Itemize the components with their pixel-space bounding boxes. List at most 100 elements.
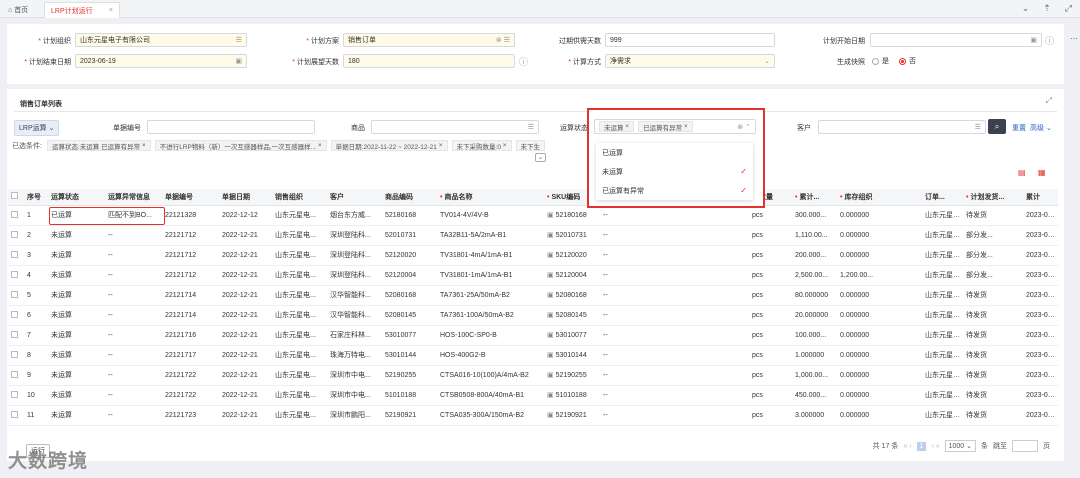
row-checkbox[interactable] bbox=[8, 405, 24, 426]
col-header[interactable]: 客户 bbox=[327, 189, 382, 206]
table-cell: 0.000000 bbox=[837, 305, 922, 326]
status-tag[interactable]: 未运算 × bbox=[599, 121, 635, 132]
filter-chip[interactable]: 未下生 bbox=[515, 140, 546, 151]
select-all-checkbox[interactable] bbox=[8, 189, 24, 206]
table-cell: 2022-12-21 bbox=[219, 325, 272, 346]
customer-input[interactable]: ☰ bbox=[818, 120, 986, 134]
tab-lrp[interactable]: LRP计划运行 × bbox=[44, 2, 120, 18]
print-icon[interactable]: ▦ bbox=[1038, 168, 1046, 177]
dropdown-option[interactable]: 未运算 ✓ bbox=[596, 162, 753, 181]
plan-start-input[interactable]: ▣ bbox=[870, 33, 1042, 47]
chevron-down-icon[interactable]: ⌄ bbox=[1022, 3, 1030, 14]
plan-end-input[interactable]: 2023-06-19 ▣ bbox=[75, 54, 247, 68]
col-header[interactable]: 运算状态 bbox=[48, 189, 105, 206]
tab-home[interactable]: ⌂ 首页 bbox=[2, 2, 34, 18]
table-cell: -- bbox=[600, 345, 711, 366]
radio-no[interactable] bbox=[898, 57, 906, 65]
help-icon[interactable]: ⓘ bbox=[1045, 34, 1054, 47]
expand-icon[interactable]: ⤢ bbox=[1046, 96, 1052, 106]
filter-chip[interactable]: 运算状态:未运算 已运算有异常 × bbox=[46, 140, 151, 151]
table-row[interactable]: 2 未运算 -- 22121712 2022-12-21 山东元星电... 深圳登陆科...… bbox=[8, 225, 1058, 246]
table-row[interactable]: 8 未运算 -- 22121717 2022-12-21 山东元星电... 珠海万特电...… bbox=[8, 345, 1058, 366]
col-header[interactable]: 单据日期 bbox=[219, 189, 272, 206]
lrp-tab-select[interactable]: LRP运算 ⌄ bbox=[14, 120, 60, 136]
table-cell: 深圳登陆科... bbox=[327, 265, 382, 286]
export-icon[interactable]: ▤ bbox=[1018, 168, 1026, 177]
status-tag[interactable]: 已运算有异常 × bbox=[638, 121, 693, 132]
table-row[interactable]: 9 未运算 -- 22121722 2022-12-21 山东元星电... 深圳市中电...… bbox=[8, 365, 1058, 386]
clear-list-icon: ⊗ ☰ bbox=[495, 37, 510, 44]
overdue-days-input[interactable]: 999 bbox=[605, 33, 775, 47]
plan-scheme-input[interactable]: 销售订单 ⊗ ☰ bbox=[343, 33, 515, 47]
row-checkbox[interactable] bbox=[8, 365, 24, 386]
table-cell: 0.000000 bbox=[837, 225, 922, 246]
col-header[interactable]: 订单... bbox=[922, 189, 963, 206]
filter-chip[interactable]: 不进行LRP物料（新）一次互感器样品,一次互感器样... × bbox=[154, 140, 327, 151]
col-header[interactable]: • 计划发货... bbox=[963, 189, 1023, 206]
table-row[interactable]: 10 未运算 -- 22121722 2022-12-21 山东元星电... 深圳市中电..… bbox=[8, 385, 1058, 406]
filter-chip[interactable]: 单据日期:2022-11-22 ~ 2022-12-21 × bbox=[330, 140, 448, 151]
radio-yes[interactable] bbox=[872, 57, 879, 65]
page-size-select[interactable]: 1000 ⌄ bbox=[944, 440, 976, 452]
table-cell: 52190921 bbox=[382, 405, 437, 426]
table-cell: 2022-12-21 bbox=[219, 405, 272, 426]
row-checkbox[interactable] bbox=[8, 245, 24, 266]
col-header[interactable]: 累计 bbox=[1023, 189, 1058, 206]
col-header[interactable]: • 商品名称 bbox=[437, 189, 544, 206]
row-checkbox[interactable] bbox=[8, 385, 24, 406]
collapse-icon[interactable]: ⌄ bbox=[535, 153, 546, 162]
row-checkbox[interactable] bbox=[8, 205, 24, 226]
order-no-input[interactable] bbox=[147, 120, 315, 134]
table-row[interactable]: 1 已运算 匹配不到BO... 22121328 2022-12-12 山东元星电... 烟… bbox=[8, 205, 1058, 226]
col-header[interactable]: 序号 bbox=[24, 189, 48, 206]
table-cell: 20.000000 bbox=[792, 305, 837, 326]
table-cell: 1,110.00... bbox=[792, 225, 837, 246]
table-cell: 石家庄科林... bbox=[327, 325, 382, 346]
status-select[interactable]: 未运算 × 已运算有异常 × ⊗ ⌃ bbox=[594, 119, 756, 134]
advanced-link[interactable]: 高级 ⌄ bbox=[1030, 123, 1052, 133]
table-cell bbox=[711, 365, 749, 386]
table-cell: 0.000000 bbox=[837, 405, 922, 426]
prev-icon[interactable]: « ‹ bbox=[903, 443, 911, 450]
calc-mode-select[interactable]: 净需求 ⌄ bbox=[605, 54, 775, 68]
close-icon[interactable]: × bbox=[109, 7, 113, 14]
table-cell: 山东元星电子有限公... bbox=[922, 245, 963, 266]
reset-link[interactable]: 重置 bbox=[1012, 123, 1026, 133]
fullscreen-icon[interactable]: ⤢ bbox=[1065, 3, 1072, 14]
jump-input[interactable] bbox=[1012, 440, 1038, 452]
col-header[interactable]: • 累计... bbox=[792, 189, 837, 206]
table-row[interactable]: 5 未运算 -- 22121714 2022-12-21 山东元星电... 汉华智能科...… bbox=[8, 285, 1058, 306]
help-icon[interactable]: ⓘ bbox=[519, 55, 528, 68]
row-checkbox[interactable] bbox=[8, 305, 24, 326]
col-header[interactable]: • 库存组织 bbox=[837, 189, 922, 206]
table-cell: CTSA016-10(100)A/4mA-B2 bbox=[437, 365, 544, 386]
filter-chip[interactable]: 未下采购数量:0 × bbox=[451, 140, 512, 151]
plan-org-input[interactable]: 山东元星电子有限公司 ☰ bbox=[75, 33, 247, 47]
pin-icon[interactable]: ⇡ bbox=[1043, 3, 1051, 14]
row-checkbox[interactable] bbox=[8, 345, 24, 366]
row-checkbox[interactable] bbox=[8, 325, 24, 346]
next-icon[interactable]: › » bbox=[931, 443, 939, 450]
col-header[interactable]: 销售组织 bbox=[272, 189, 327, 206]
col-header[interactable]: 商品编码 bbox=[382, 189, 437, 206]
table-row[interactable]: 4 未运算 -- 22121712 2022-12-21 山东元星电... 深圳登陆科...… bbox=[8, 265, 1058, 286]
table-cell bbox=[711, 325, 749, 346]
row-checkbox[interactable] bbox=[8, 225, 24, 246]
table-row[interactable]: 7 未运算 -- 22121716 2022-12-21 山东元星电... 石家庄科林...… bbox=[8, 325, 1058, 346]
table-cell: 8 bbox=[24, 345, 48, 366]
product-input[interactable]: ☰ bbox=[371, 120, 539, 134]
row-checkbox[interactable] bbox=[8, 285, 24, 306]
plan-lead-input[interactable]: 180 bbox=[343, 54, 515, 68]
table-row[interactable]: 11 未运算 -- 22121723 2022-12-21 山东元星电... 深圳市鹏阳..… bbox=[8, 405, 1058, 426]
row-checkbox[interactable] bbox=[8, 265, 24, 286]
table-row[interactable]: 6 未运算 -- 22121714 2022-12-21 山东元星电... 汉华智能科...… bbox=[8, 305, 1058, 326]
dropdown-option[interactable]: 已运算有异常 ✓ bbox=[596, 181, 753, 200]
page-current[interactable]: 1 bbox=[916, 441, 927, 451]
search-button[interactable]: ⌕ bbox=[988, 119, 1006, 134]
col-header[interactable]: 运算异常信息 bbox=[105, 189, 162, 206]
table-cell: 300.000... bbox=[792, 205, 837, 226]
table-row[interactable]: 3 未运算 -- 22121712 2022-12-21 山东元星电... 深圳登陆科...… bbox=[8, 245, 1058, 266]
col-header[interactable]: 单据编号 bbox=[162, 189, 219, 206]
dropdown-option[interactable]: 已运算 bbox=[596, 143, 753, 162]
table-cell: 51010188 bbox=[382, 385, 437, 406]
